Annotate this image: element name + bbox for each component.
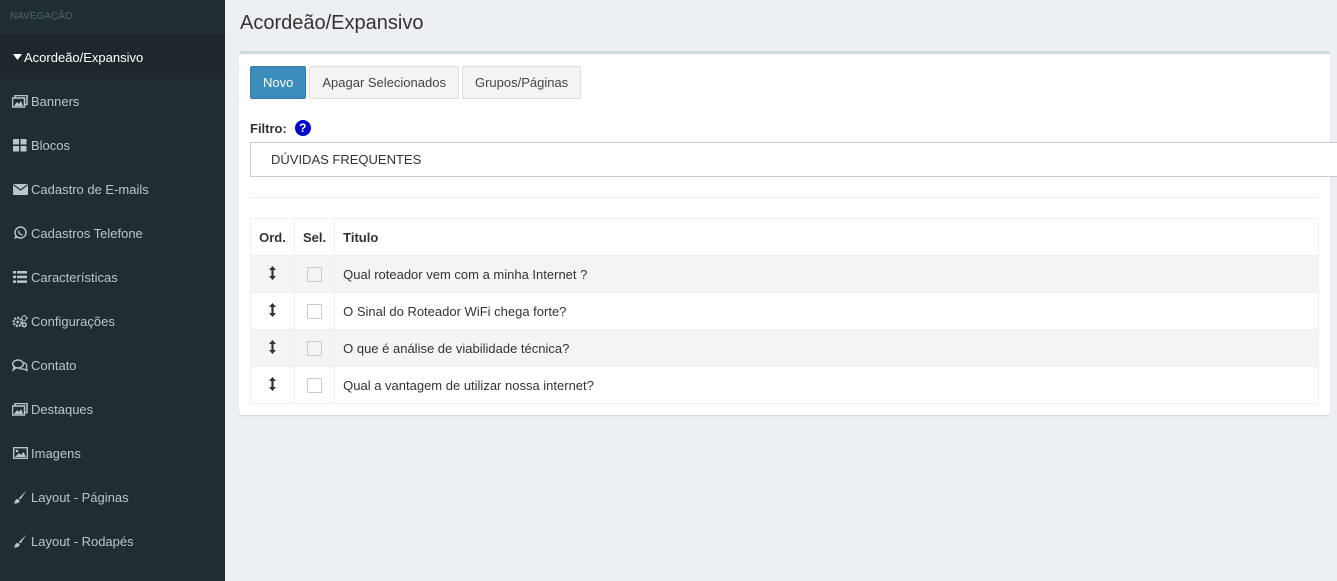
row-title: O que é análise de viabilidade técnica? xyxy=(334,329,1319,367)
drag-handle-icon[interactable] xyxy=(269,302,276,320)
image-icon xyxy=(12,446,28,460)
column-header-sel: Sel. xyxy=(293,218,336,256)
sidebar-item-label: Layout - Páginas xyxy=(31,489,129,505)
column-header-ord: Ord. xyxy=(250,218,295,256)
column-header-title: Titulo xyxy=(334,218,1319,256)
sidebar-item-cadastro-emails[interactable]: Cadastro de E-mails xyxy=(0,167,225,211)
th-large-icon xyxy=(12,138,28,152)
items-table: Ord. Sel. Titulo Qual roteador vem com a… xyxy=(250,218,1319,404)
sidebar-item-label: Configurações xyxy=(31,313,115,329)
images-icon xyxy=(12,94,28,108)
sidebar-item-acordeao[interactable]: Acordeão/Expansivo xyxy=(0,35,225,79)
caret-down-icon xyxy=(12,50,22,64)
row-checkbox[interactable] xyxy=(307,378,323,394)
toolbar: Novo Apagar Selecionados Grupos/Páginas xyxy=(250,66,584,99)
list-icon xyxy=(12,270,28,284)
main-content: Acordeão/Expansivo Novo Apagar Seleciona… xyxy=(225,0,1337,581)
table-row: Qual a vantagem de utilizar nossa intern… xyxy=(250,366,1319,404)
divider xyxy=(250,197,1319,198)
sidebar-item-destaques[interactable]: Destaques xyxy=(0,387,225,431)
sidebar-item-label: Acordeão/Expansivo xyxy=(24,49,144,65)
sidebar-item-label: Contato xyxy=(31,357,77,373)
content-box: Novo Apagar Selecionados Grupos/Páginas … xyxy=(239,51,1337,415)
filter-label-row: Filtro: ? xyxy=(250,120,311,136)
images-icon xyxy=(12,402,28,416)
page-title: Acordeão/Expansivo xyxy=(240,12,424,34)
sidebar-item-layout-paginas[interactable]: Layout - Páginas xyxy=(0,475,225,519)
table-header-row: Ord. Sel. Titulo xyxy=(250,218,1319,256)
sidebar: NAVEGAÇÃO Acordeão/Expansivo Banners Blo… xyxy=(0,0,225,581)
table-row: O que é análise de viabilidade técnica? xyxy=(250,329,1319,367)
sidebar-item-caracteristicas[interactable]: Características xyxy=(0,255,225,299)
sidebar-item-banners[interactable]: Banners xyxy=(0,79,225,123)
filter-select[interactable]: DÚVIDAS FREQUENTES xyxy=(250,142,1337,177)
groups-pages-button[interactable]: Grupos/Páginas xyxy=(461,66,582,99)
row-checkbox[interactable] xyxy=(307,267,323,283)
filter-label: Filtro: xyxy=(250,120,287,136)
sidebar-item-label: Cadastro de E-mails xyxy=(31,181,149,197)
drag-handle-icon[interactable] xyxy=(269,339,276,357)
row-checkbox[interactable] xyxy=(307,304,323,320)
paint-brush-icon xyxy=(12,534,28,548)
sidebar-item-configuracoes[interactable]: Configurações xyxy=(0,299,225,343)
filter-selected-value: DÚVIDAS FREQUENTES xyxy=(271,152,422,167)
sidebar-item-layout-rodapes[interactable]: Layout - Rodapés xyxy=(0,519,225,563)
sidebar-item-label: Cadastros Telefone xyxy=(31,225,143,241)
comments-icon xyxy=(12,358,28,372)
row-title: O Sinal do Roteador WiFi chega forte? xyxy=(334,292,1319,330)
row-title: Qual roteador vem com a minha Internet ? xyxy=(334,255,1319,293)
new-button[interactable]: Novo xyxy=(250,66,307,99)
delete-selected-button[interactable]: Apagar Selecionados xyxy=(309,66,459,99)
drag-handle-icon[interactable] xyxy=(269,265,276,283)
sidebar-item-label: Destaques xyxy=(31,401,94,417)
sidebar-item-cadastros-telefone[interactable]: Cadastros Telefone xyxy=(0,211,225,255)
paint-brush-icon xyxy=(12,490,28,504)
sidebar-item-contato[interactable]: Contato xyxy=(0,343,225,387)
drag-handle-icon[interactable] xyxy=(269,376,276,394)
whatsapp-icon xyxy=(12,226,28,240)
sidebar-item-blocos[interactable]: Blocos xyxy=(0,123,225,167)
sidebar-item-imagens[interactable]: Imagens xyxy=(0,431,225,475)
table-row: O Sinal do Roteador WiFi chega forte? xyxy=(250,292,1319,330)
sidebar-item-label: Imagens xyxy=(31,445,81,461)
sidebar-item-label: Layout - Rodapés xyxy=(31,533,134,549)
envelope-icon xyxy=(12,182,28,196)
sidebar-item-label: Banners xyxy=(31,93,80,109)
sidebar-item-label: Características xyxy=(31,269,118,285)
sidebar-header: NAVEGAÇÃO xyxy=(10,11,73,22)
sidebar-item-label: Blocos xyxy=(31,137,71,153)
row-checkbox[interactable] xyxy=(307,341,323,357)
table-row: Qual roteador vem com a minha Internet ? xyxy=(250,255,1319,293)
question-circle-icon[interactable]: ? xyxy=(294,120,311,136)
row-title: Qual a vantagem de utilizar nossa intern… xyxy=(334,366,1319,404)
cogs-icon xyxy=(12,314,28,328)
